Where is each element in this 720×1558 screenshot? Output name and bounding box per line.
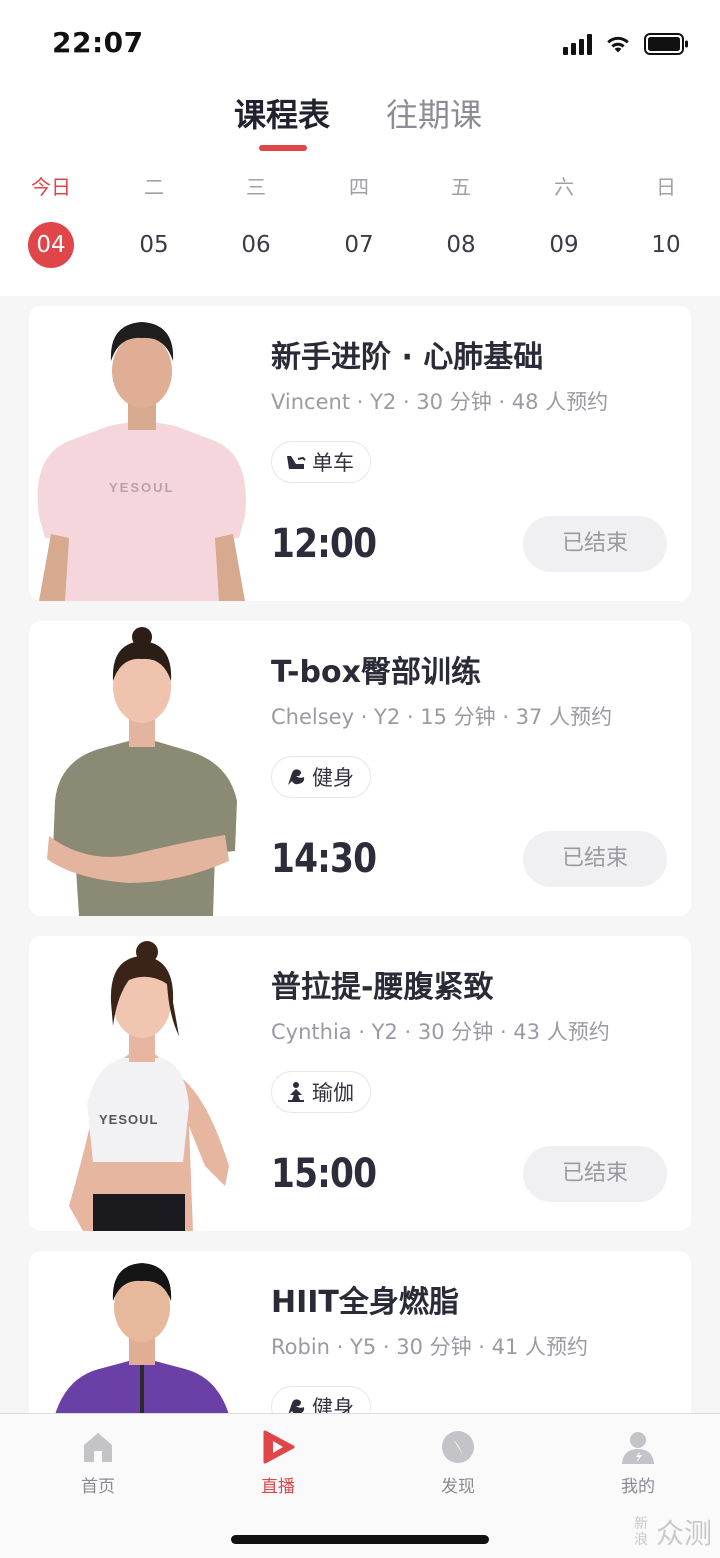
watermark-small: 新浪 <box>633 1516 648 1548</box>
instructor-photo <box>47 627 237 916</box>
cellular-signal-icon <box>563 33 592 55</box>
tab-label: 发现 <box>441 1477 475 1497</box>
course-title: T-box臀部训练 <box>271 655 481 690</box>
svg-text:YESOUL: YESOUL <box>109 480 174 495</box>
course-ended-button[interactable]: 已结束 <box>523 831 667 887</box>
day-weekday: 六 <box>554 175 574 199</box>
tab-label: 首页 <box>81 1477 115 1497</box>
tab-discover[interactable]: 发现 <box>403 1428 513 1497</box>
course-time: 15:00 <box>271 1151 377 1197</box>
course-list: YESOUL 新手进阶 · 心肺基础 Vincent · Y2 · 30 分钟 … <box>0 296 720 1414</box>
compass-icon <box>442 1431 474 1463</box>
instructor-photo <box>55 1263 229 1414</box>
tab-label: 我的 <box>621 1477 655 1497</box>
course-title: 普拉提-腰腹紧致 <box>271 970 494 1005</box>
course-title: 新手进阶 · 心肺基础 <box>271 340 544 375</box>
course-meta: Vincent · Y2 · 30 分钟 · 48 人预约 <box>271 390 609 414</box>
course-card[interactable]: YESOUL 普拉提-腰腹紧致 Cynthia · Y2 · 30 分钟 · 4… <box>29 936 691 1231</box>
tab-home[interactable]: 首页 <box>43 1428 153 1497</box>
course-ended-button[interactable]: 已结束 <box>523 1146 667 1202</box>
day-date: 06 <box>241 232 271 258</box>
category-tag: 健身 <box>271 1386 371 1414</box>
svg-text:YESOUL: YESOUL <box>99 1112 158 1127</box>
course-meta: Chelsey · Y2 · 15 分钟 · 37 人预约 <box>271 705 613 729</box>
course-card[interactable]: YESOUL 新手进阶 · 心肺基础 Vincent · Y2 · 30 分钟 … <box>29 306 691 601</box>
watermark: 新浪 众测 <box>634 1512 712 1552</box>
category-tag-label: 瑜伽 <box>312 1081 354 1105</box>
home-indicator <box>231 1535 489 1544</box>
muscle-icon <box>288 769 305 785</box>
active-tab-indicator <box>259 145 307 151</box>
day-weekday: 五 <box>451 175 471 199</box>
category-tag-label: 健身 <box>312 766 354 790</box>
course-time: 14:30 <box>271 836 377 882</box>
day-date: 05 <box>139 232 169 258</box>
category-tag: 健身 <box>271 756 371 798</box>
day-item-thu[interactable]: 四 07 <box>319 172 399 268</box>
course-ended-button[interactable]: 已结束 <box>523 516 667 572</box>
wifi-icon <box>607 36 629 53</box>
course-card[interactable]: T-box臀部训练 Chelsey · Y2 · 15 分钟 · 37 人预约 … <box>29 621 691 916</box>
day-item-today[interactable]: 今日 04 <box>11 172 91 268</box>
day-weekday: 今日 <box>31 175 71 199</box>
live-play-icon <box>263 1430 295 1464</box>
tab-live[interactable]: 直播 <box>223 1428 333 1497</box>
instructor-photo: YESOUL <box>69 941 229 1231</box>
day-item-sun[interactable]: 日 10 <box>626 172 706 268</box>
day-date: 09 <box>549 232 579 258</box>
yoga-icon <box>288 1082 304 1102</box>
day-date: 08 <box>446 232 476 258</box>
day-weekday: 二 <box>144 175 164 199</box>
course-title: HIIT全身燃脂 <box>271 1285 459 1320</box>
course-card[interactable]: HIIT全身燃脂 Robin · Y5 · 30 分钟 · 41 人预约 健身 <box>29 1251 691 1414</box>
day-item-tue[interactable]: 二 05 <box>114 172 194 268</box>
category-tag-label: 健身 <box>312 1396 354 1414</box>
day-weekday: 三 <box>246 175 266 199</box>
tab-profile[interactable]: 我的 <box>583 1428 693 1497</box>
instructor-photo: YESOUL <box>37 322 246 601</box>
profile-icon <box>622 1432 654 1464</box>
day-item-fri[interactable]: 五 08 <box>421 172 501 268</box>
tab-past-courses[interactable]: 往期课 <box>386 92 482 138</box>
watermark-text: 众测 <box>655 1517 712 1550</box>
day-date: 07 <box>344 232 374 258</box>
category-tag-label: 单车 <box>312 451 354 475</box>
day-weekday: 日 <box>656 175 676 199</box>
home-icon <box>84 1433 112 1462</box>
category-tag: 单车 <box>271 441 371 483</box>
status-bar: 22:07 <box>0 0 720 88</box>
schedule-tabs: 课程表 往期课 <box>0 92 720 162</box>
day-item-wed[interactable]: 三 06 <box>216 172 296 268</box>
day-date: 04 <box>28 222 74 268</box>
day-item-sat[interactable]: 六 09 <box>524 172 604 268</box>
week-date-picker: 今日 04 二 05 三 06 四 07 五 08 六 09 日 10 <box>0 172 720 272</box>
course-meta: Robin · Y5 · 30 分钟 · 41 人预约 <box>271 1335 589 1359</box>
muscle-icon <box>288 1399 305 1414</box>
header: 22:07 课程表 往期课 今日 04 二 05 三 06 四 07 五 08 … <box>0 0 720 296</box>
tab-label: 直播 <box>261 1477 295 1497</box>
tab-schedule[interactable]: 课程表 <box>234 92 330 138</box>
course-time: 12:00 <box>271 521 377 567</box>
battery-icon <box>644 33 688 55</box>
day-date: 10 <box>651 232 681 258</box>
category-tag: 瑜伽 <box>271 1071 371 1113</box>
day-weekday: 四 <box>349 175 369 199</box>
course-meta: Cynthia · Y2 · 30 分钟 · 43 人预约 <box>271 1020 610 1044</box>
bike-icon <box>287 456 306 469</box>
status-time: 22:07 <box>52 26 144 59</box>
